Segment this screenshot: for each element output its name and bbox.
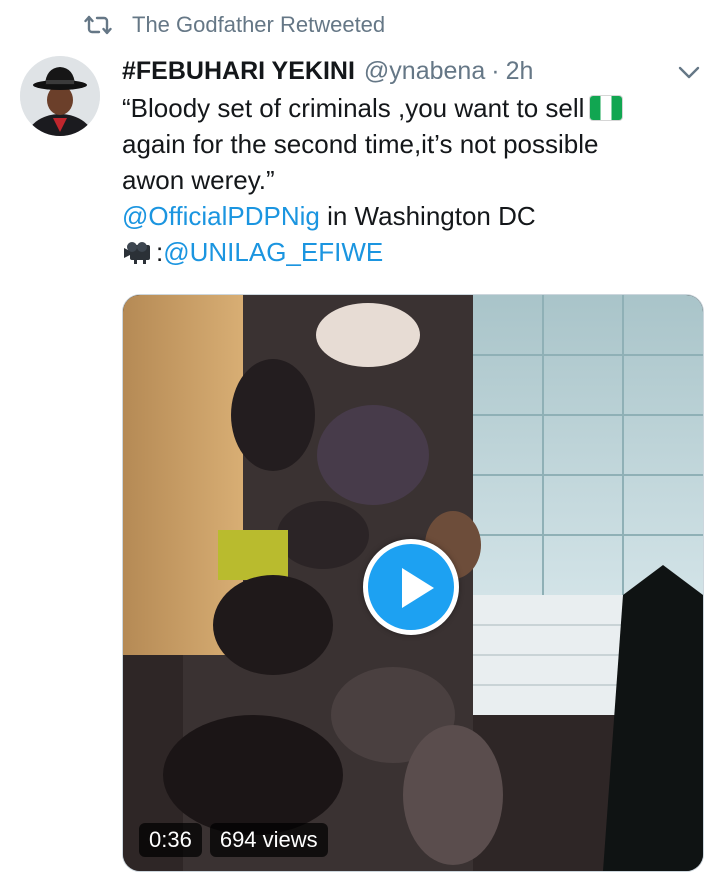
tweet-credit-line: :@UNILAG_EFIWE (122, 234, 702, 270)
play-button[interactable] (363, 539, 459, 635)
tweet-text-line-2: again for the second time,it’s not possi… (122, 129, 599, 159)
separator-dot: · (491, 57, 500, 85)
retweet-icon (84, 13, 112, 37)
tweet[interactable]: #FEBUHARI YEKINI @ynabena · 2h “Bloody s… (122, 52, 702, 270)
play-icon (402, 568, 434, 608)
mention-link[interactable]: @UNILAG_EFIWE (163, 237, 383, 267)
nigeria-flag-icon (590, 96, 623, 120)
tweet-text-line: “Bloody set of criminals ,you want to se… (122, 90, 702, 126)
chevron-down-icon[interactable] (676, 62, 702, 82)
video-info: 0:36 694 views (139, 823, 328, 857)
tweet-header: #FEBUHARI YEKINI @ynabena · 2h (122, 52, 702, 90)
tweet-text-line-3: awon werey.” (122, 165, 275, 195)
view-count: 694 views (209, 823, 328, 857)
retweet-text: The Godfather Retweeted (132, 12, 386, 37)
timestamp[interactable]: 2h (506, 52, 534, 90)
retweet-context[interactable]: The Godfather Retweeted (84, 10, 385, 40)
video-player[interactable]: 0:36 694 views (122, 294, 704, 872)
video-duration: 0:36 (139, 823, 202, 857)
mention-link[interactable]: @OfficialPDPNig (122, 201, 320, 231)
display-name[interactable]: #FEBUHARI YEKINI (122, 52, 355, 90)
video-camera-icon (122, 240, 156, 264)
location-text: in Washington DC (319, 201, 536, 231)
tweet-text-line-1: “Bloody set of criminals ,you want to se… (122, 93, 585, 123)
avatar[interactable] (20, 56, 100, 136)
tweet-location-line: @OfficialPDPNig in Washington DC (122, 198, 702, 234)
tweet-text: “Bloody set of criminals ,you want to se… (122, 90, 702, 270)
user-handle[interactable]: @ynabena (364, 52, 485, 90)
